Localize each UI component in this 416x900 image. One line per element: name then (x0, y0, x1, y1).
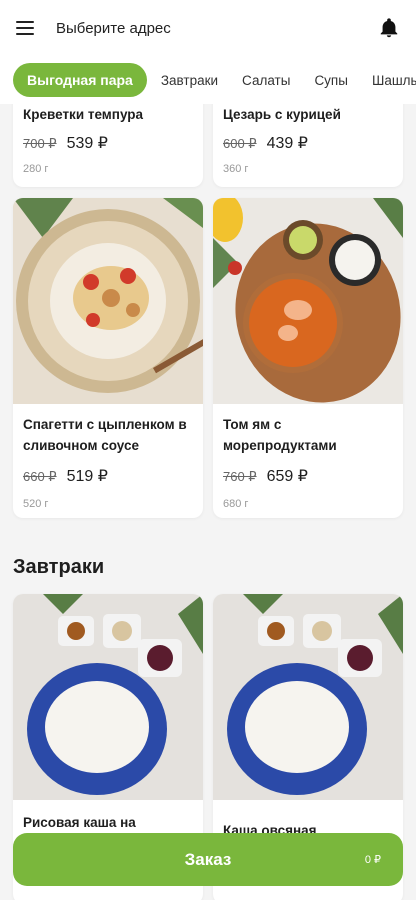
section-title-breakfast: Завтраки (13, 556, 105, 578)
hamburger-menu-icon[interactable] (16, 21, 34, 35)
bell-icon[interactable] (378, 17, 400, 39)
product-card[interactable]: Креветки темпура 700 ₽ 539 ₽ 280 г (13, 104, 203, 187)
product-name: Спагетти с цыпленком в сливочном соусе (23, 417, 187, 453)
price: 519 ₽ (66, 468, 108, 485)
product-name: Рисовая каша на (23, 815, 136, 830)
product-weight: 680 г (223, 498, 249, 510)
rice-porridge-photo (13, 594, 203, 800)
old-price: 700 ₽ (23, 136, 57, 151)
price: 539 ₽ (66, 135, 108, 152)
old-price: 600 ₽ (223, 136, 257, 151)
price: 659 ₽ (266, 468, 308, 485)
tab-soups[interactable]: Супы (314, 73, 348, 88)
tab-breakfast[interactable]: Завтраки (161, 73, 218, 88)
product-card[interactable]: Цезарь с курицей 600 ₽ 439 ₽ 360 г (213, 104, 403, 187)
tab-shashlik[interactable]: Шашлыки (372, 73, 416, 88)
category-tabs: Выгодная пара Завтраки Салаты Супы Шашлы… (0, 56, 416, 104)
product-card[interactable]: Спагетти с цыпленком в сливочном соусе 6… (13, 198, 203, 518)
menu-content: Креветки темпура 700 ₽ 539 ₽ 280 г Цезар… (0, 104, 416, 900)
product-weight: 520 г (23, 498, 49, 510)
price: 439 ₽ (266, 135, 308, 152)
order-button-label: Заказ (184, 849, 232, 869)
product-card[interactable]: Том ям с морепродуктами 760 ₽ 659 ₽ 680 … (213, 198, 403, 518)
product-name: Том ям с морепродуктами (223, 417, 337, 453)
tab-vygodnaya-para[interactable]: Выгодная пара (13, 63, 147, 97)
address-selector[interactable]: Выберите адрес (56, 20, 378, 37)
order-button[interactable]: Заказ 0 ₽ (13, 833, 403, 886)
old-price: 760 ₽ (223, 469, 257, 484)
order-sum: 0 ₽ (364, 854, 381, 866)
product-name: Цезарь с курицей (223, 107, 341, 122)
old-price: 660 ₽ (23, 469, 57, 484)
product-weight: 360 г (223, 163, 249, 175)
spaghetti-photo (13, 198, 203, 404)
product-weight: 280 г (23, 163, 49, 175)
top-bar: Выберите адрес (0, 0, 416, 56)
oatmeal-porridge-photo (213, 594, 403, 800)
tab-salads[interactable]: Салаты (242, 73, 290, 88)
product-name: Креветки темпура (23, 107, 144, 122)
tom-yum-photo (213, 198, 403, 404)
